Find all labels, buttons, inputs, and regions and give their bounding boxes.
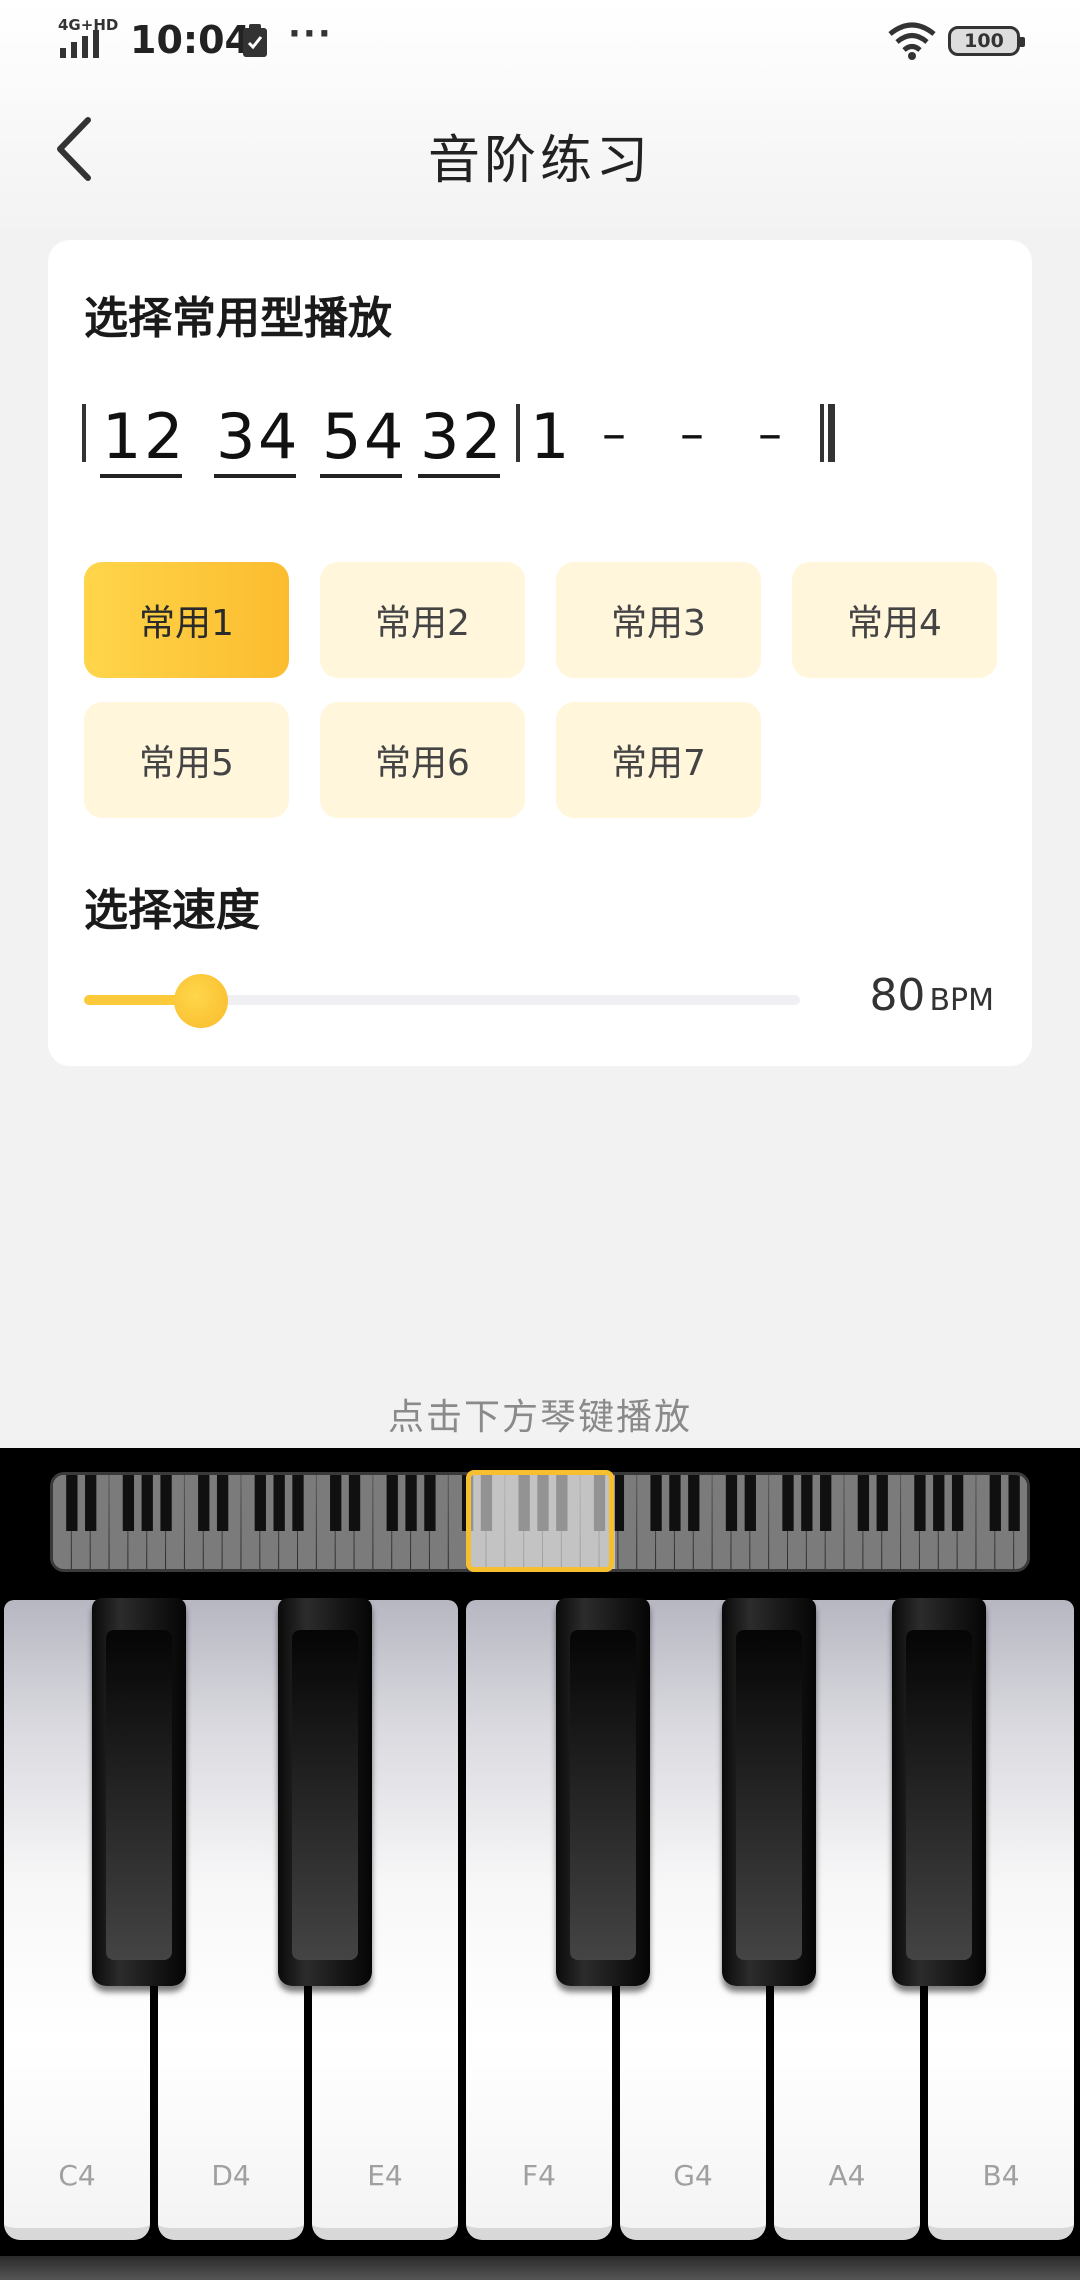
bpm-readout: 80 BPM (869, 970, 994, 1021)
preset-button-6[interactable]: 常用6 (320, 702, 525, 818)
settings-card: 选择常用型播放 1 2 3 4 5 4 3 2 1 – – – 常用1 常用2 … (48, 240, 1032, 1066)
key-label: G4 (673, 2159, 713, 2192)
note: 5 (322, 400, 362, 473)
bpm-unit: BPM (929, 983, 994, 1018)
preset-button-1[interactable]: 常用1 (84, 562, 289, 678)
scale-notation: 1 2 3 4 5 4 3 2 1 – – – (82, 400, 1012, 480)
barline (82, 404, 86, 462)
dash: – (758, 406, 782, 462)
note: 2 (462, 400, 502, 473)
clock: 10:04 (130, 18, 251, 62)
note: 4 (364, 400, 404, 473)
piano-key-f-sharp-4[interactable] (556, 1598, 650, 1986)
more-notifications-icon: ··· (288, 14, 333, 54)
piano-key-g-sharp-4[interactable] (722, 1598, 816, 1986)
piano-key-a-sharp-4[interactable] (892, 1598, 986, 1986)
preset-button-4[interactable]: 常用4 (792, 562, 997, 678)
dash: – (602, 406, 626, 462)
bpm-value: 80 (869, 970, 926, 1021)
key-label: C4 (58, 2159, 96, 2192)
dash: – (680, 406, 704, 462)
key-label: D4 (211, 2159, 251, 2192)
note: 2 (144, 400, 184, 473)
preset-button-5[interactable]: 常用5 (84, 702, 289, 818)
mini-keyboard-viewport-handle[interactable] (466, 1470, 614, 1572)
key-label: E4 (367, 2159, 403, 2192)
keyboard-hint: 点击下方琴键播放 (387, 1397, 692, 1438)
beam (418, 474, 500, 478)
piano-key-d-sharp-4[interactable] (278, 1598, 372, 1986)
preset-button-3[interactable]: 常用3 (556, 562, 761, 678)
final-barline (828, 404, 835, 462)
note: 4 (258, 400, 298, 473)
wifi-icon (888, 22, 936, 60)
keyboard-bottom-edge (0, 2256, 1080, 2280)
note: 1 (102, 400, 142, 473)
barline (516, 404, 520, 462)
pattern-section-title: 选择常用型播放 (84, 293, 392, 344)
key-label: F4 (522, 2159, 556, 2192)
note: 3 (420, 400, 460, 473)
key-label: B4 (982, 2159, 1020, 2192)
signal-icon (60, 30, 99, 58)
note: 3 (216, 400, 256, 473)
speed-slider-thumb[interactable] (174, 974, 228, 1028)
piano-key-c-sharp-4[interactable] (92, 1598, 186, 1986)
preset-button-2[interactable]: 常用2 (320, 562, 525, 678)
beam (320, 474, 402, 478)
beam (214, 474, 296, 478)
beam (100, 474, 182, 478)
page-title: 音阶练习 (427, 131, 652, 191)
battery-icon: 100 (948, 26, 1025, 56)
key-label: A4 (828, 2159, 866, 2192)
clipboard-icon (243, 24, 267, 57)
final-barline (820, 404, 824, 462)
speed-section-title: 选择速度 (84, 885, 260, 936)
note: 1 (530, 400, 570, 473)
preset-button-7[interactable]: 常用7 (556, 702, 761, 818)
status-bar: 4G+HD 10:04 ··· 100 (0, 0, 1080, 84)
